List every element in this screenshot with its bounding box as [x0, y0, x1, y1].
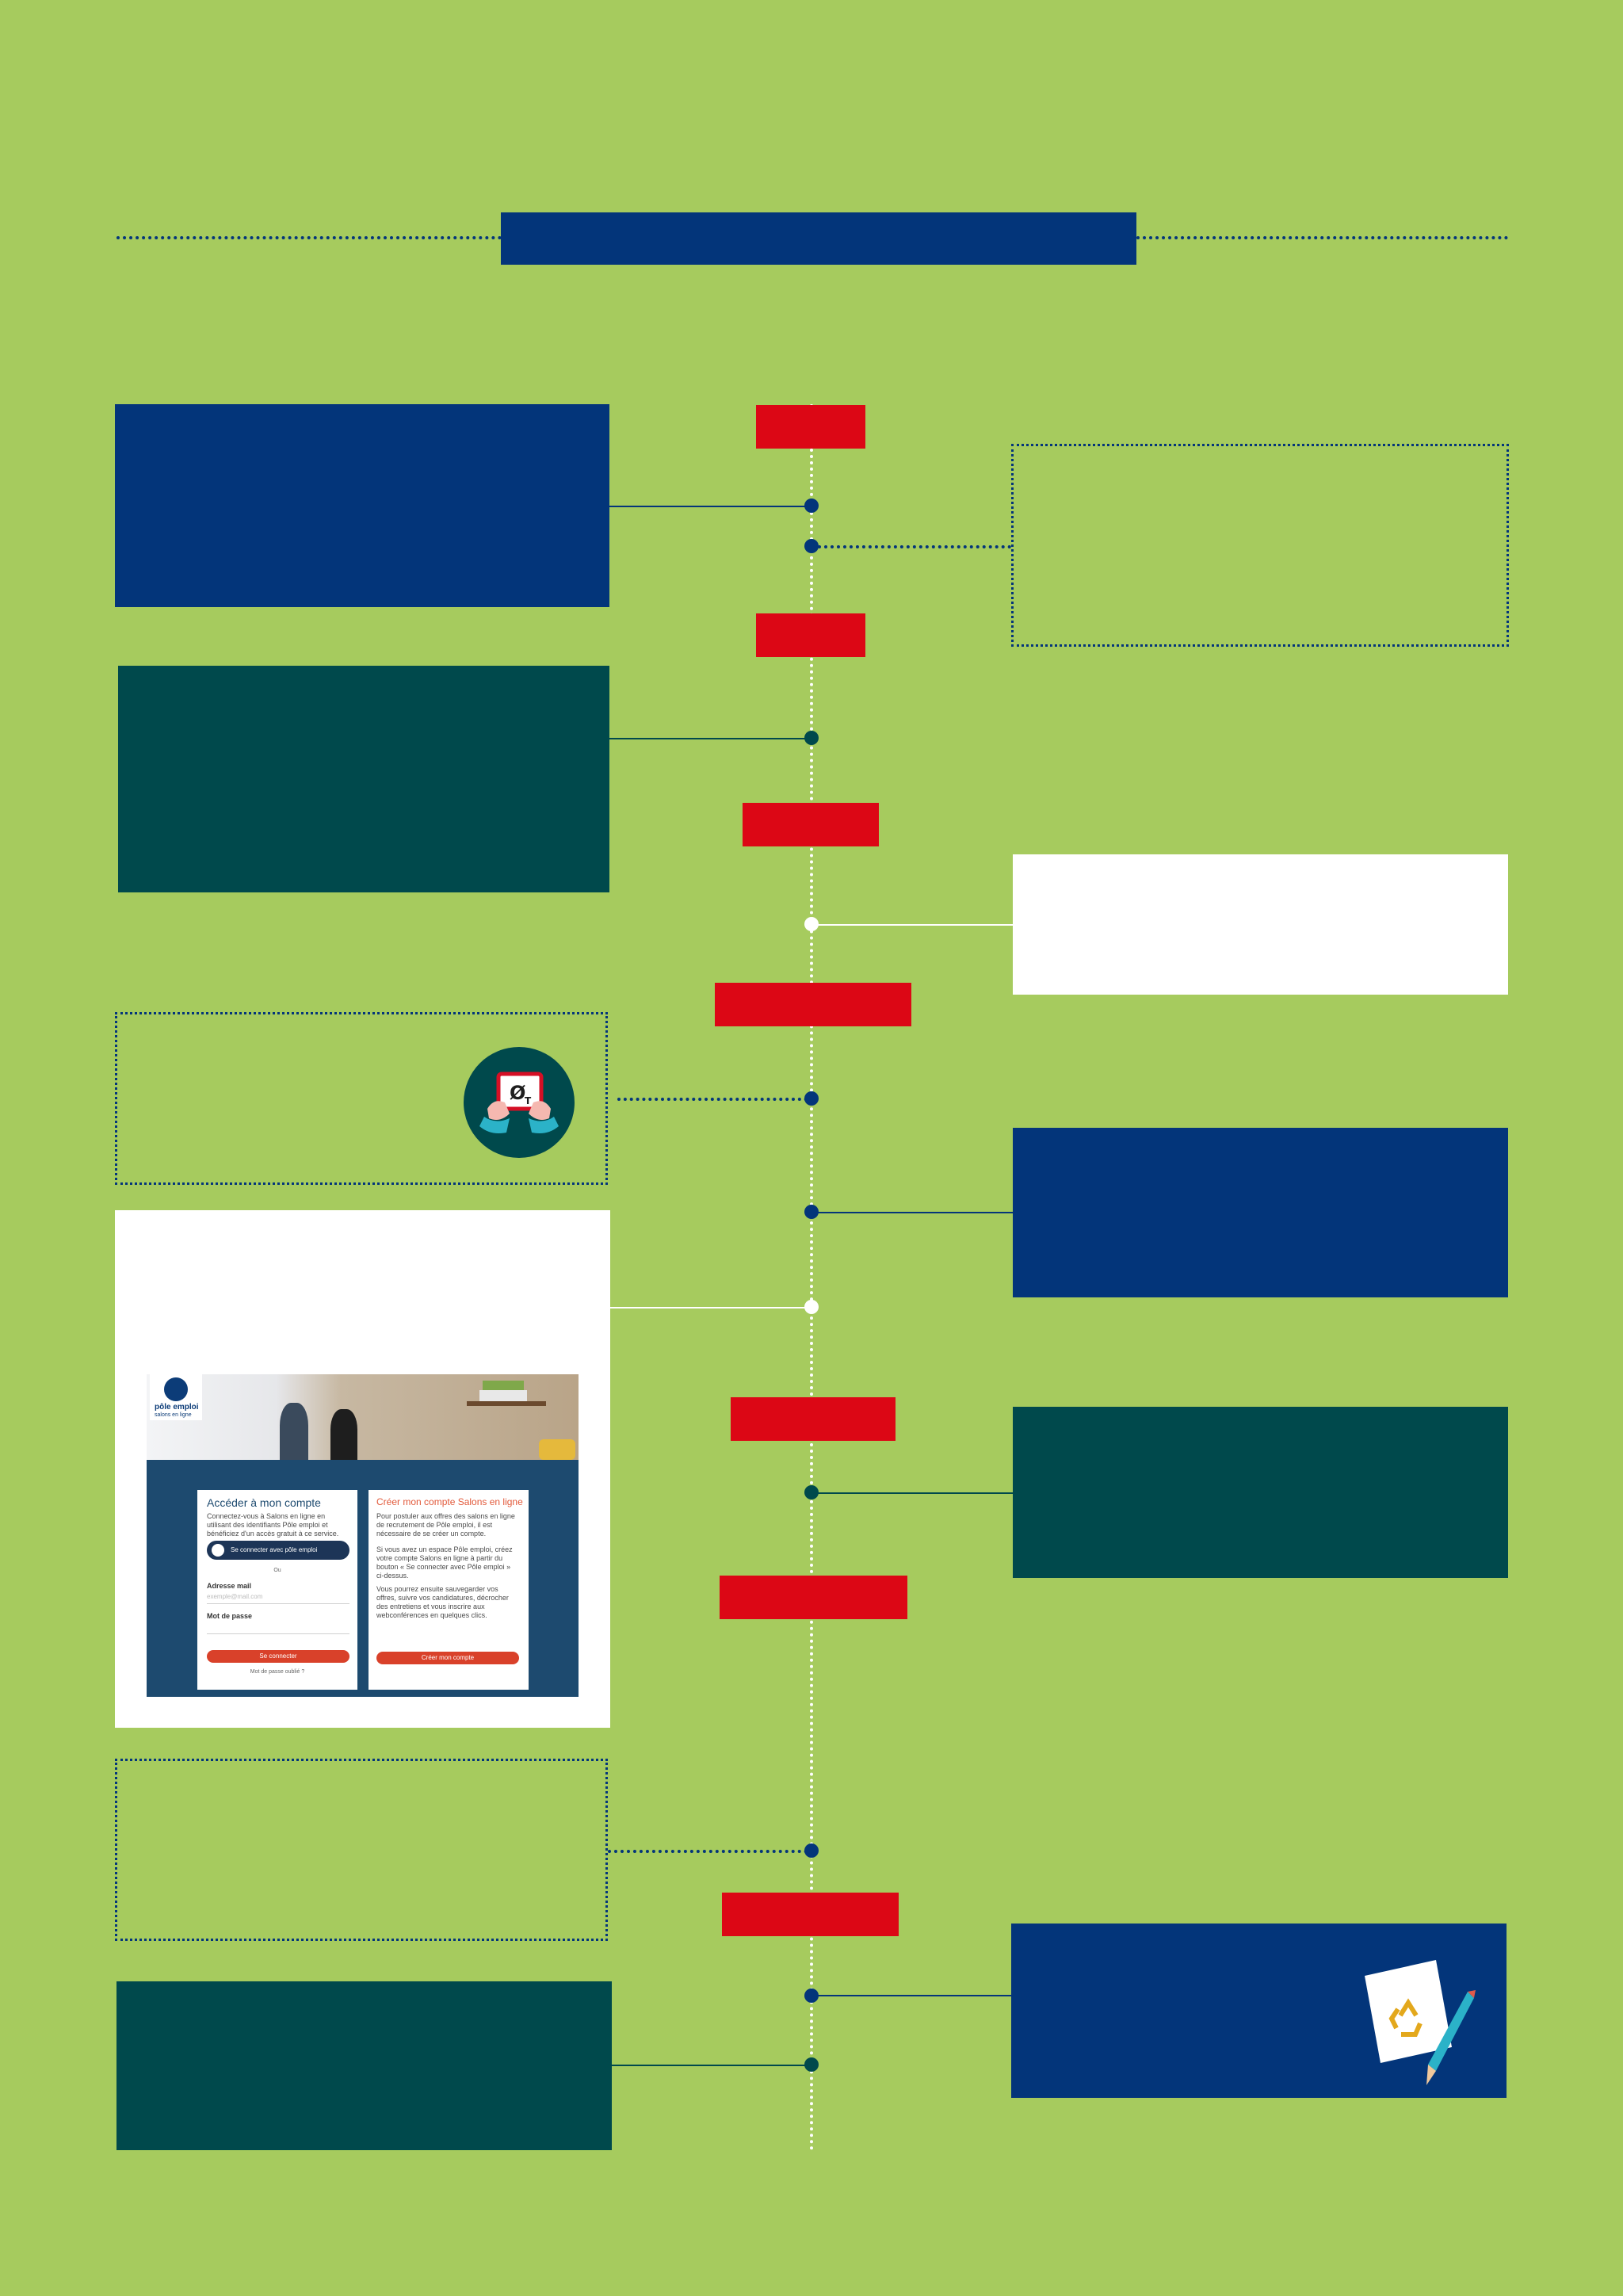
date-label-7 [722, 1893, 899, 1936]
connector-left-1 [609, 506, 812, 507]
signup-para-2: Si vous avez un espace Pôle emploi, crée… [376, 1545, 513, 1580]
timeline-node [804, 1988, 819, 2003]
signup-para-1: Pour postuler aux offres des salons en l… [376, 1512, 515, 1538]
timeline-node [804, 1091, 819, 1106]
connector-left-5 [608, 1850, 808, 1853]
svg-text:Ø: Ø [510, 1082, 525, 1104]
header-rule-left [116, 236, 502, 239]
date-label-1 [756, 405, 865, 449]
date-label-5 [731, 1397, 896, 1441]
timeline-node [804, 1205, 819, 1219]
event-card-screenshot: pôle emploi salons en ligne Accéder à mo… [115, 1210, 610, 1728]
signup-title: Créer mon compte Salons en ligne [376, 1496, 523, 1507]
tablet-hands-icon: Ø T [479, 1072, 559, 1133]
pole-emploi-button-label: Se connecter avec pôle emploi [231, 1546, 318, 1553]
email-label: Adresse mail [207, 1582, 252, 1590]
timeline-spine [810, 404, 813, 2152]
email-field[interactable]: exemple@mail.com [207, 1593, 349, 1604]
timeline-node [804, 539, 819, 553]
hero-shelf [467, 1401, 546, 1406]
connector-left-4 [610, 1307, 812, 1308]
connector-right-1 [818, 545, 1011, 548]
event-box-right-1 [1011, 444, 1509, 647]
timeline-node [804, 917, 819, 931]
connector-right-2 [812, 924, 1013, 926]
hero-person-right [330, 1409, 357, 1460]
date-label-4 [715, 983, 911, 1026]
login-screenshot: pôle emploi salons en ligne Accéder à mo… [147, 1374, 579, 1697]
logo-tagline: salons en ligne [155, 1412, 192, 1418]
timeline-node [804, 1485, 819, 1499]
login-separator: Ou [273, 1568, 281, 1573]
date-label-6 [720, 1576, 907, 1619]
date-label-3 [743, 803, 879, 846]
login-submit-button[interactable]: Se connecter [207, 1650, 349, 1663]
logo-brand: pôle emploi [155, 1403, 199, 1412]
screenshot-logo-box: pôle emploi salons en ligne [150, 1374, 202, 1420]
date-label-2 [756, 613, 865, 657]
connector-left-6 [612, 2065, 812, 2066]
pole-emploi-button-icon [212, 1544, 224, 1557]
event-box-left-4 [115, 1759, 608, 1941]
password-field[interactable] [207, 1623, 349, 1634]
event-box-left-1 [115, 404, 609, 607]
tablet-icon-badge: Ø T [464, 1047, 575, 1158]
event-box-right-2 [1013, 854, 1508, 995]
timeline-node [804, 731, 819, 745]
event-box-right-5 [1011, 1924, 1507, 2098]
hero-planter [479, 1390, 527, 1401]
timeline-node [804, 499, 819, 513]
login-title: Accéder à mon compte [207, 1496, 321, 1509]
header-rule-right [1136, 236, 1508, 239]
event-box-left-2 [118, 666, 609, 892]
event-box-left-5 [116, 1981, 612, 2150]
connector-right-5 [812, 1995, 1011, 1996]
hero-plant-leaves [483, 1381, 524, 1390]
svg-text:T: T [525, 1095, 532, 1106]
signup-panel: Créer mon compte Salons en ligne Pour po… [369, 1490, 529, 1690]
timeline-node [804, 1843, 819, 1858]
event-box-right-4 [1013, 1407, 1508, 1578]
recycle-document-pencil-icon [1365, 1960, 1476, 2085]
pole-emploi-logo-icon [164, 1377, 188, 1401]
timeline-node [804, 2057, 819, 2072]
connector-left-3 [617, 1098, 808, 1101]
create-account-button[interactable]: Créer mon compte [376, 1652, 519, 1664]
connector-right-4 [812, 1492, 1013, 1494]
event-box-right-3 [1013, 1128, 1508, 1297]
header-title-bar [501, 212, 1136, 265]
connector-left-2 [609, 738, 812, 739]
hero-person-left [280, 1403, 308, 1460]
pole-emploi-connect-button[interactable]: Se connecter avec pôle emploi [207, 1541, 349, 1560]
password-label: Mot de passe [207, 1612, 253, 1620]
signup-para-3: Vous pourrez ensuite sauvegarder vos off… [376, 1585, 509, 1619]
login-panel: Accéder à mon compte Connectez-vous à Sa… [197, 1490, 357, 1690]
hero-pillow [539, 1439, 575, 1460]
forgot-password-link[interactable]: Mot de passe oublié ? [197, 1669, 357, 1675]
connector-right-3 [812, 1212, 1013, 1213]
login-intro: Connectez-vous à Salons en ligne en util… [207, 1512, 339, 1538]
timeline-node [804, 1300, 819, 1314]
